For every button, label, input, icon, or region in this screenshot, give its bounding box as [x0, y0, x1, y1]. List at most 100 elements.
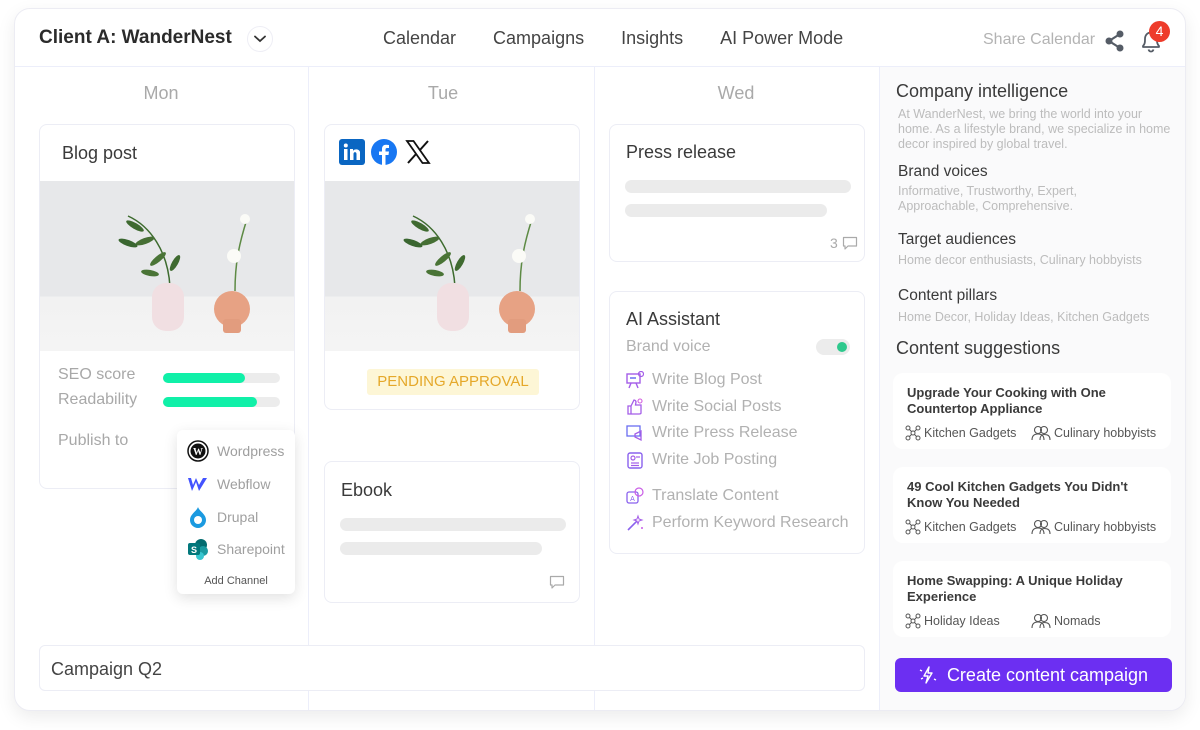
nav-ai-power-mode[interactable]: AI Power Mode — [720, 28, 843, 49]
content-pillars-heading: Content pillars — [898, 287, 998, 304]
suggestion-card[interactable]: Home Swapping: A Unique Holiday Experien… — [893, 561, 1171, 637]
vase-illustration — [403, 214, 535, 333]
svg-text:A: A — [630, 496, 635, 503]
suggestion-title: Upgrade Your Cooking with One Countertop… — [907, 385, 1106, 416]
campaign-name-field[interactable]: Campaign Q2 — [39, 645, 865, 691]
add-channel-button[interactable]: Add Channel — [177, 568, 295, 594]
day-header-mon: Mon — [143, 83, 179, 103]
press-release-card[interactable]: Press release 3 — [609, 124, 865, 262]
channel-label: Wordpress — [217, 443, 285, 459]
notification-badge: 4 — [1149, 21, 1170, 42]
pillar-label: Kitchen Gadgets — [924, 426, 1017, 440]
vase-illustration — [118, 214, 250, 333]
suggestion-card[interactable]: Upgrade Your Cooking with One Countertop… — [893, 373, 1171, 449]
channel-wordpress[interactable]: W Wordpress — [187, 440, 284, 462]
linkedin-icon — [339, 139, 365, 165]
app-window: Client A: WanderNest Calendar Campaigns … — [14, 8, 1186, 711]
channel-sharepoint[interactable]: S Sharepoint — [187, 538, 285, 560]
webflow-icon — [188, 478, 207, 491]
share-icon[interactable] — [1105, 30, 1125, 52]
channel-drupal[interactable]: Drupal — [187, 506, 258, 528]
ai-assistant-title: AI Assistant — [626, 309, 721, 329]
placeholder-line — [340, 518, 566, 531]
comment-count: 3 — [830, 235, 838, 251]
megaphone-icon — [626, 425, 642, 442]
suggestion-title: Home Swapping: A Unique Holiday Experien… — [907, 573, 1123, 604]
suggestion-card[interactable]: 49 Cool Kitchen Gadgets You Didn't Know … — [893, 467, 1171, 543]
network-nodes-icon — [905, 425, 921, 441]
target-audiences-heading: Target audiences — [898, 231, 1017, 248]
action-keyword-research[interactable]: Perform Keyword Research — [626, 514, 849, 532]
share-calendar-link[interactable]: Share Calendar — [983, 31, 1095, 49]
action-label: Translate Content — [652, 487, 779, 504]
seo-score-label: SEO score — [58, 366, 136, 383]
readability-label: Readability — [58, 391, 138, 408]
readability-bar — [163, 397, 280, 407]
comment-icon[interactable] — [549, 575, 565, 590]
nav-calendar[interactable]: Calendar — [383, 28, 456, 49]
chevron-down-icon — [254, 35, 266, 43]
pillar-tag: Kitchen Gadgets — [905, 519, 1016, 535]
channel-label: Sharepoint — [217, 541, 285, 557]
action-label: Write Press Release — [652, 424, 798, 441]
sparkle-icon — [919, 666, 937, 684]
action-translate-content[interactable]: A Translate Content — [626, 487, 779, 505]
action-label: Write Blog Post — [652, 371, 762, 388]
column-divider — [308, 67, 309, 710]
brand-voices-heading: Brand voices — [898, 163, 988, 180]
top-bar: Client A: WanderNest Calendar Campaigns … — [15, 9, 1185, 67]
action-write-press-release[interactable]: Write Press Release — [626, 424, 798, 442]
readability-fill — [163, 397, 257, 407]
pillar-label: Kitchen Gadgets — [924, 520, 1017, 534]
channel-label: Webflow — [217, 476, 271, 492]
network-nodes-icon — [905, 519, 921, 535]
svg-text:W: W — [193, 447, 203, 458]
ai-assistant-card: AI Assistant Brand voice Write Blog Post… — [609, 291, 865, 554]
wordpress-icon: W — [187, 440, 209, 462]
day-header-tue: Tue — [427, 83, 459, 103]
channel-webflow[interactable]: Webflow — [187, 473, 270, 495]
audience-label: Culinary hobbyists — [1054, 426, 1157, 440]
magic-wand-icon — [627, 514, 644, 531]
placeholder-line — [625, 180, 851, 193]
suggestion-title: 49 Cool Kitchen Gadgets You Didn't Know … — [907, 479, 1128, 510]
client-title: Client A: WanderNest — [39, 27, 232, 48]
facebook-icon — [371, 139, 397, 165]
nav-campaigns[interactable]: Campaigns — [493, 28, 584, 49]
content-pillars-text: Home Decor, Holiday Ideas, Kitchen Gadge… — [898, 310, 1150, 324]
x-icon — [405, 140, 431, 164]
thumbs-up-icon — [627, 398, 643, 415]
users-icon — [1031, 425, 1051, 441]
placeholder-line — [340, 542, 542, 555]
translate-icon: A — [626, 487, 644, 504]
publish-channel-menu: W Wordpress Webflow Drupal S Sharepoint … — [177, 430, 295, 594]
pending-approval-badge: PENDING APPROVAL — [367, 369, 539, 395]
client-dropdown-button[interactable] — [247, 26, 273, 52]
main-nav: Calendar Campaigns Insights AI Power Mod… — [383, 28, 880, 49]
action-write-social-posts[interactable]: Write Social Posts — [626, 398, 782, 416]
target-audiences-text: Home decor enthusiasts, Culinary hobbyis… — [898, 253, 1142, 267]
card-title: Blog post — [62, 143, 138, 163]
users-icon — [1031, 613, 1051, 629]
vase-photo — [40, 181, 294, 351]
ebook-card[interactable]: Ebook — [324, 461, 580, 603]
nav-insights[interactable]: Insights — [621, 28, 683, 49]
comment-icon[interactable] — [842, 236, 858, 251]
toggle-knob — [837, 342, 847, 352]
svg-text:S: S — [191, 545, 197, 555]
action-label: Write Social Posts — [652, 398, 782, 415]
company-description: At WanderNest, we bring the world into y… — [898, 107, 1171, 151]
drupal-icon — [190, 507, 206, 528]
network-nodes-icon — [905, 613, 921, 629]
action-write-job-posting[interactable]: Write Job Posting — [626, 451, 777, 469]
card-title: Press release — [626, 142, 737, 162]
presentation-board-icon — [626, 371, 644, 389]
create-content-campaign-button[interactable]: Create content campaign — [895, 658, 1172, 692]
action-label: Write Job Posting — [652, 451, 778, 468]
channel-label: Drupal — [217, 509, 259, 525]
seo-score-bar — [163, 373, 280, 383]
brand-voice-toggle[interactable] — [816, 339, 850, 355]
social-post-card[interactable]: PENDING APPROVAL — [324, 124, 580, 410]
audience-label: Culinary hobbyists — [1054, 520, 1157, 534]
action-write-blog-post[interactable]: Write Blog Post — [626, 371, 762, 389]
